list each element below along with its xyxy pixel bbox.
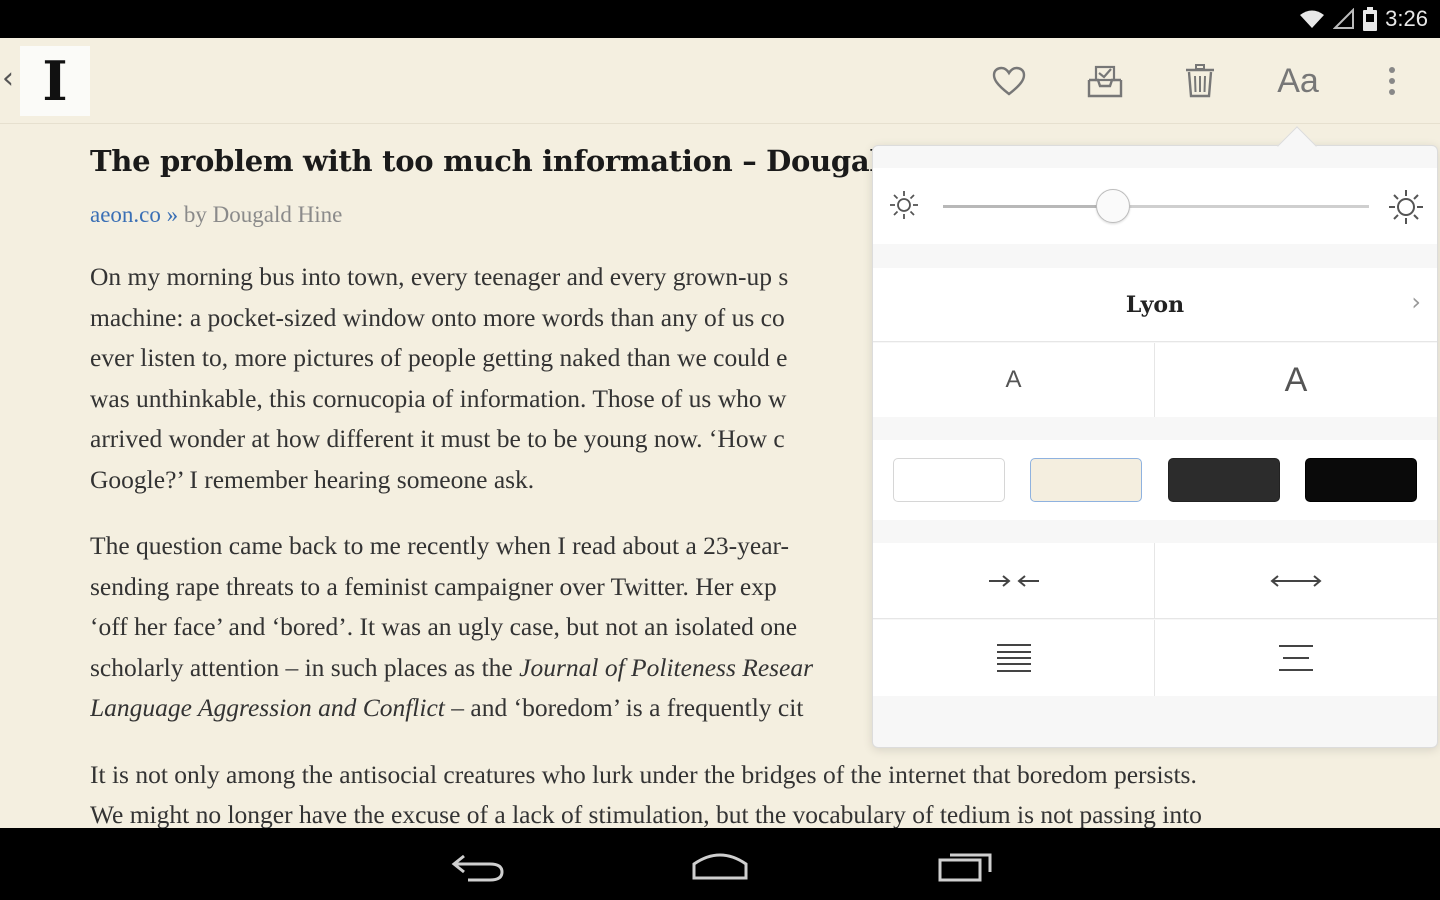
navigation-bar	[0, 828, 1440, 900]
brightness-slider-fill	[943, 205, 1114, 208]
more-vertical-icon	[1389, 67, 1395, 95]
journal-title: Journal of Politeness Resear	[519, 652, 814, 682]
status-bar: 3:26	[0, 0, 1440, 38]
font-size-large-label: A	[1284, 360, 1308, 399]
article-meta: aeon.co » by Dougald Hine	[90, 202, 342, 228]
align-center-icon	[1279, 645, 1313, 671]
wide-margin-button[interactable]	[1155, 543, 1437, 618]
more-button[interactable]	[1372, 58, 1412, 104]
heart-icon	[992, 66, 1026, 96]
source-link[interactable]: aeon.co	[90, 202, 161, 227]
byline: by Dougald Hine	[183, 202, 343, 227]
increase-font-size-button[interactable]: A	[1155, 343, 1437, 417]
journal-title: Language Aggression and Conflict	[90, 693, 445, 722]
decrease-font-size-button[interactable]: A	[873, 343, 1155, 417]
archive-icon	[1087, 65, 1123, 98]
signal-icon	[1333, 8, 1355, 29]
wifi-icon	[1300, 10, 1325, 28]
chevron-left-icon[interactable]: ‹	[2, 62, 14, 96]
theme-sepia-swatch[interactable]	[1030, 458, 1142, 502]
brightness-slider[interactable]	[943, 189, 1369, 223]
margin-control	[873, 543, 1437, 619]
font-size-small-label: A	[1005, 366, 1022, 393]
arrows-outward-icon	[1270, 574, 1322, 587]
brightness-slider-thumb[interactable]	[1096, 189, 1131, 223]
brightness-control	[873, 168, 1437, 244]
text-fragment: scholarly attention – in such places as …	[90, 652, 520, 682]
paragraph-3: It is not only among the antisocial crea…	[90, 755, 1380, 829]
arrows-inward-icon	[988, 574, 1039, 587]
app-logo[interactable]: I	[20, 46, 90, 116]
status-icons: 3:26	[1299, 0, 1428, 38]
recents-nav-icon[interactable]	[936, 850, 994, 882]
theme-selector	[873, 440, 1437, 520]
narrow-margin-button[interactable]	[873, 543, 1155, 618]
theme-white-swatch[interactable]	[893, 458, 1005, 502]
article-title: The problem with too much information – …	[90, 144, 987, 178]
byline-separator: »	[160, 202, 184, 227]
text-line: It is not only among the antisocial crea…	[90, 759, 1197, 789]
center-align-button[interactable]	[1155, 620, 1437, 696]
font-family-selector[interactable]: Lyon ›	[873, 268, 1437, 342]
font-size-control: A A	[873, 343, 1437, 417]
sun-large-icon	[1389, 190, 1423, 224]
alignment-control	[873, 620, 1437, 696]
sun-small-icon	[890, 191, 918, 219]
home-nav-icon[interactable]	[690, 848, 750, 882]
back-nav-icon[interactable]	[450, 850, 506, 882]
theme-dark-swatch[interactable]	[1168, 458, 1280, 502]
text-fragment: – and ‘boredom’ is a frequently cit	[444, 693, 804, 722]
align-justify-icon	[996, 644, 1031, 672]
reading-settings-popover: Lyon › A A	[872, 126, 1438, 748]
trash-icon	[1186, 64, 1214, 98]
toolbar: ‹ I Aa	[0, 38, 1440, 124]
status-time: 3:26	[1385, 6, 1428, 31]
delete-button[interactable]	[1175, 58, 1225, 104]
chevron-right-icon: ›	[1411, 288, 1421, 316]
like-button[interactable]	[984, 58, 1034, 104]
justify-align-button[interactable]	[873, 620, 1155, 696]
theme-black-swatch[interactable]	[1305, 458, 1417, 502]
archive-button[interactable]	[1080, 58, 1130, 104]
font-name: Lyon	[1125, 292, 1185, 318]
font-settings-button[interactable]: Aa	[1268, 58, 1328, 104]
battery-icon	[1363, 7, 1378, 31]
text-line: We might no longer have the excuse of a …	[90, 800, 1202, 828]
